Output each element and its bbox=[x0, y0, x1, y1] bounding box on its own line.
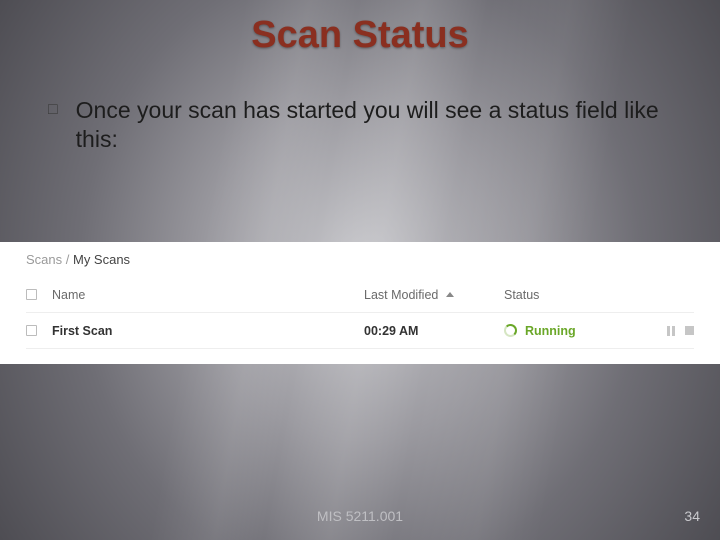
header-name[interactable]: Name bbox=[52, 288, 364, 302]
row-status: Running bbox=[504, 324, 654, 338]
table-row[interactable]: First Scan 00:29 AM Running bbox=[26, 313, 694, 349]
spinner-icon bbox=[504, 324, 517, 337]
pause-icon[interactable] bbox=[667, 326, 675, 336]
table-header: Name Last Modified Status bbox=[26, 277, 694, 313]
select-all-checkbox[interactable] bbox=[26, 289, 37, 300]
row-status-label: Running bbox=[525, 324, 576, 338]
breadcrumb-sep: / bbox=[62, 252, 73, 267]
header-status[interactable]: Status bbox=[504, 288, 654, 302]
slide-body: □ Once your scan has started you will se… bbox=[48, 96, 672, 154]
slide: Scan Status □ Once your scan has started… bbox=[0, 0, 720, 540]
sort-ascending-icon bbox=[446, 292, 454, 297]
stop-icon[interactable] bbox=[685, 326, 694, 335]
breadcrumb-current: My Scans bbox=[73, 252, 130, 267]
header-last-modified-label: Last Modified bbox=[364, 288, 438, 302]
bullet-item: □ Once your scan has started you will se… bbox=[48, 96, 672, 154]
breadcrumb: Scans / My Scans bbox=[26, 252, 694, 267]
bullet-marker: □ bbox=[48, 96, 58, 124]
row-checkbox[interactable] bbox=[26, 325, 37, 336]
bullet-text: Once your scan has started you will see … bbox=[76, 96, 672, 154]
breadcrumb-root[interactable]: Scans bbox=[26, 252, 62, 267]
slide-title: Scan Status bbox=[0, 14, 720, 57]
row-actions bbox=[654, 326, 694, 336]
header-last-modified[interactable]: Last Modified bbox=[364, 288, 504, 302]
scan-panel: Scans / My Scans Name Last Modified Stat… bbox=[0, 242, 720, 364]
footer-course: MIS 5211.001 bbox=[0, 508, 720, 524]
row-checkbox-cell bbox=[26, 325, 52, 336]
row-last-modified: 00:29 AM bbox=[364, 324, 504, 338]
row-name: First Scan bbox=[52, 324, 364, 338]
footer-page-number: 34 bbox=[684, 508, 700, 524]
header-checkbox-cell bbox=[26, 289, 52, 300]
